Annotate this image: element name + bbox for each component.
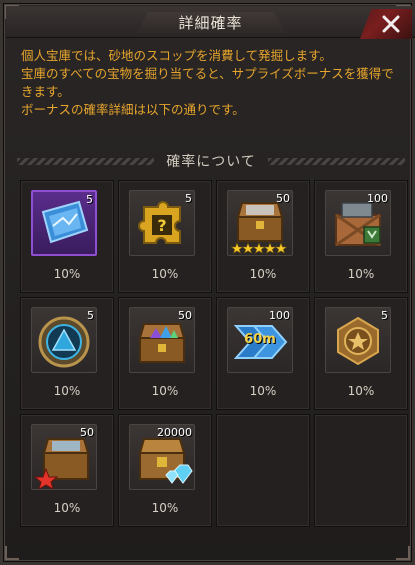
description-line: 宝庫のすべての宝物を掘り当てると、サプライズボーナスを獲得できます。 (21, 66, 394, 99)
svg-text:?: ? (157, 216, 166, 235)
divider (17, 157, 155, 165)
dialog-title: 詳細確率 (178, 14, 243, 32)
item-slot: 5 (31, 190, 97, 256)
empty-cell (216, 414, 310, 527)
reward-cell[interactable]: 5 10% (314, 297, 408, 410)
item-probability: 10% (347, 384, 375, 398)
item-slot: 50 (129, 307, 195, 373)
item-quantity: 50 (276, 192, 290, 205)
item-quantity: 5 (86, 193, 93, 206)
item-probability: 10% (151, 267, 179, 281)
frame-corner (5, 546, 19, 560)
divider (267, 157, 405, 165)
description: 個人宝庫では、砂地のスコップを消費して発掘します。 宝庫のすべての宝物を掘り当て… (21, 47, 405, 119)
item-slot: 20000 (129, 424, 195, 490)
item-quantity: 100 (367, 192, 388, 205)
item-probability: 10% (151, 384, 179, 398)
section-title: 確率について (166, 154, 256, 170)
item-slot: 5 (31, 307, 97, 373)
frame-corner (396, 546, 410, 560)
item-quantity: 5 (381, 309, 388, 322)
reward-cell[interactable]: 100 10% (314, 180, 408, 293)
reward-cell[interactable]: 5 10% (20, 297, 114, 410)
title-bar: 詳細確率 (6, 6, 415, 39)
item-probability: 10% (347, 267, 375, 281)
item-slot: ? 5 (129, 190, 195, 256)
item-slot: 50 (31, 424, 97, 490)
item-slot: 100 (325, 190, 391, 256)
item-quantity: 50 (80, 426, 94, 439)
item-probability: 10% (53, 267, 81, 281)
item-quantity: 5 (185, 192, 192, 205)
reward-cell[interactable]: 50 10% (20, 414, 114, 527)
item-probability: 10% (53, 501, 81, 515)
reward-cell[interactable]: 50 10% (118, 297, 212, 410)
item-quantity: 20000 (157, 426, 192, 439)
description-line: 個人宝庫では、砂地のスコップを消費して発掘します。 (21, 48, 332, 63)
item-probability: 10% (249, 267, 277, 281)
item-slot: 60m 100 (227, 307, 293, 373)
empty-cell (314, 414, 408, 527)
speedup-label: 60m (244, 332, 276, 347)
item-slot: 50 (227, 190, 293, 256)
close-icon (382, 15, 400, 33)
detail-dialog: 詳細確率 個人宝庫では、砂地のスコップを消費して発掘します。 宝庫のすべての宝物… (0, 0, 415, 565)
item-probability: 10% (53, 384, 81, 398)
item-quantity: 100 (269, 309, 290, 322)
reward-cell[interactable]: 5 10% (20, 180, 114, 293)
reward-cell[interactable]: 60m 100 10% (216, 297, 310, 410)
reward-cell[interactable]: 20000 10% (118, 414, 212, 527)
description-line: ボーナスの確率詳細は以下の通りです。 (21, 102, 245, 117)
item-quantity: 5 (87, 309, 94, 322)
reward-grid: 5 10% ? 5 10% 50 10% 100 10% 5 10% 50 10… (20, 180, 408, 527)
section-header: 確率について (17, 151, 405, 171)
item-quantity: 50 (178, 309, 192, 322)
item-probability: 10% (151, 501, 179, 515)
reward-cell[interactable]: 50 10% (216, 180, 310, 293)
item-slot: 5 (325, 307, 391, 373)
reward-cell[interactable]: ? 5 10% (118, 180, 212, 293)
item-probability: 10% (249, 384, 277, 398)
